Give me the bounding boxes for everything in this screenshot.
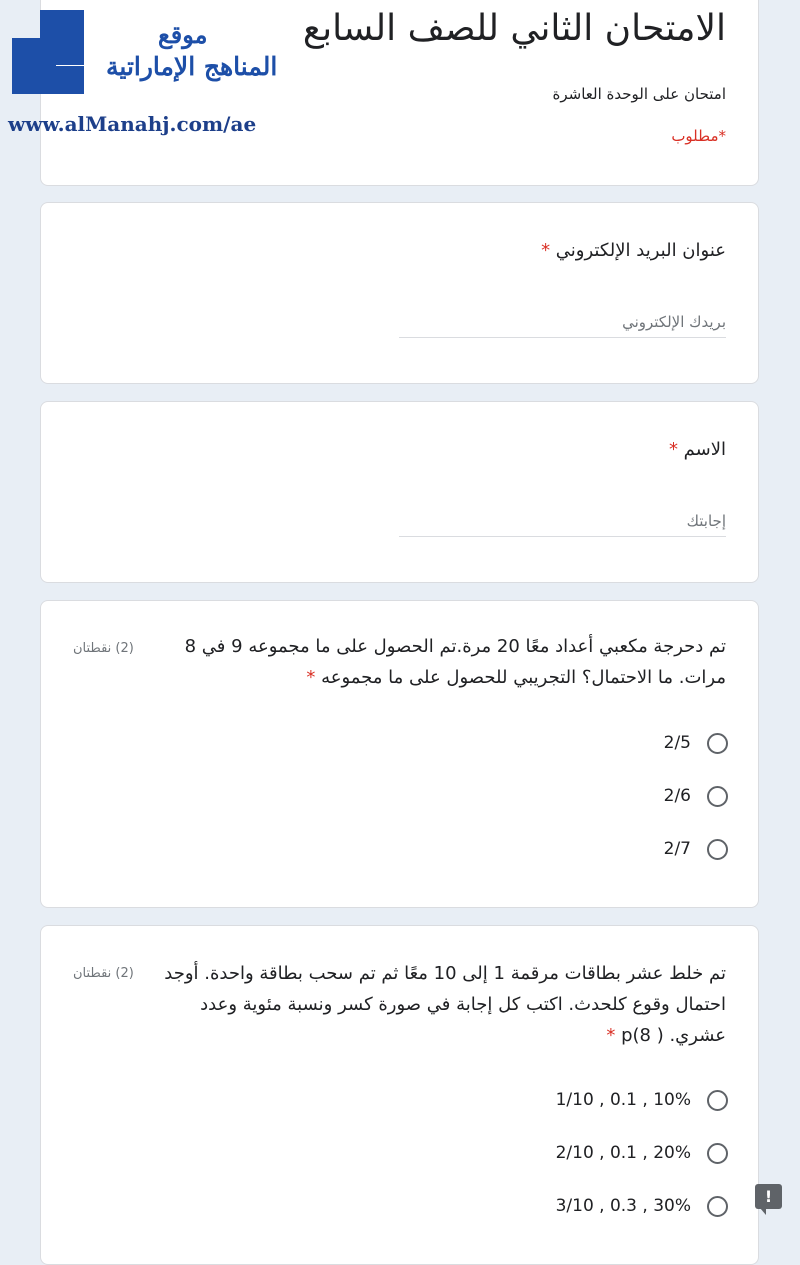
radio-button[interactable]	[707, 1195, 728, 1217]
radio-option[interactable]: 2/7	[664, 834, 728, 864]
question-card-1: تم دحرجة مكعبي أعداد معًا 20 مرة.تم الحص…	[40, 600, 759, 908]
name-question-card: الاسم *	[40, 401, 759, 583]
email-label-text: عنوان البريد الإلكتروني	[555, 240, 726, 261]
option-label: 2/5	[663, 733, 691, 753]
email-question-card: عنوان البريد الإلكتروني *	[40, 202, 759, 384]
required-asterisk: *	[668, 439, 678, 460]
form-title: الامتحان الثاني للصف السابع	[302, 8, 726, 49]
logo-text-line1: موقع	[158, 20, 208, 49]
logo-square	[12, 66, 84, 94]
points-label: (2) نقطتان	[73, 641, 134, 656]
radio-option[interactable]: 2/6	[664, 781, 728, 811]
email-input[interactable]	[399, 307, 726, 338]
radio-button[interactable]	[707, 838, 728, 860]
required-asterisk: *	[306, 667, 316, 688]
option-label: 2/10 , 0.1 , 20%	[555, 1143, 691, 1163]
radio-option[interactable]: 2/10 , 0.1 , 20%	[556, 1138, 728, 1168]
required-asterisk: *	[541, 240, 551, 261]
required-asterisk: *	[606, 1025, 616, 1046]
option-label: 1/10 , 0.1 , 10%	[555, 1090, 691, 1110]
required-note: *مطلوب	[671, 127, 726, 145]
points-label: (2) نقطتان	[73, 966, 134, 981]
question-text: تم خلط عشر بطاقات مرقمة 1 إلى 10 معًا ثم…	[164, 963, 726, 1046]
site-logo: موقع المناهج الإماراتية www.alManahj.com…	[8, 8, 290, 140]
radio-option[interactable]: 2/5	[664, 728, 728, 758]
option-label: 3/10 , 0.3 , 30%	[555, 1196, 691, 1216]
radio-button[interactable]	[707, 785, 728, 807]
logo-url[interactable]: www.alManahj.com/ae	[8, 112, 256, 136]
option-label: 2/7	[663, 839, 691, 859]
option-label: 2/6	[663, 786, 691, 806]
exclamation-report-icon[interactable]: !	[755, 1184, 782, 1215]
radio-button[interactable]	[707, 732, 728, 754]
logo-text-line2: المناهج الإماراتية	[106, 52, 278, 81]
radio-button[interactable]	[707, 1142, 728, 1164]
radio-button[interactable]	[707, 1089, 728, 1111]
radio-option[interactable]: 1/10 , 0.1 , 10%	[556, 1085, 728, 1115]
name-label: الاسم *	[669, 434, 726, 465]
question-title: تم دحرجة مكعبي أعداد معًا 20 مرة.تم الحص…	[161, 631, 726, 693]
question-card-2: تم خلط عشر بطاقات مرقمة 1 إلى 10 معًا ثم…	[40, 925, 759, 1265]
email-label: عنوان البريد الإلكتروني *	[541, 235, 726, 266]
question-title: تم خلط عشر بطاقات مرقمة 1 إلى 10 معًا ثم…	[161, 958, 726, 1051]
name-input[interactable]	[399, 506, 726, 537]
form-description: امتحان على الوحدة العاشرة	[552, 85, 726, 103]
question-text: تم دحرجة مكعبي أعداد معًا 20 مرة.تم الحص…	[184, 636, 726, 688]
name-label-text: الاسم	[683, 439, 726, 460]
radio-option[interactable]: 3/10 , 0.3 , 30%	[556, 1191, 728, 1221]
